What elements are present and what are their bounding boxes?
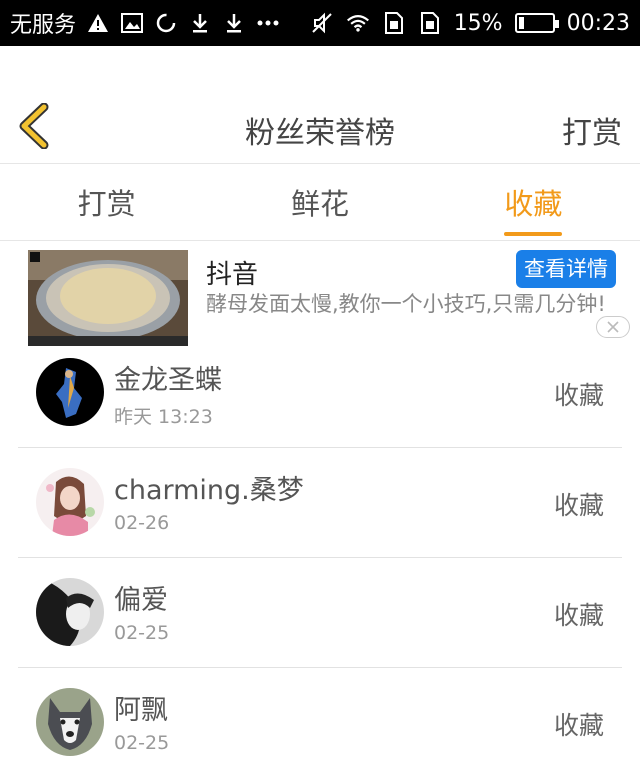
sim-icon-2 <box>418 11 442 35</box>
fan-name: charming.桑梦 <box>114 475 304 506</box>
fan-time: 02-26 <box>114 512 170 534</box>
list-item[interactable]: charming.桑梦 02-26 收藏 <box>18 448 622 558</box>
avatar[interactable] <box>36 358 104 426</box>
fan-name: 阿飘 <box>114 695 168 726</box>
ad-close-button[interactable] <box>596 316 630 338</box>
carrier-text: 无服务 <box>10 13 77 38</box>
fan-time: 昨天 13:23 <box>114 406 213 428</box>
mute-icon <box>310 11 334 35</box>
ad-title: 抖音 <box>206 260 259 290</box>
tab-label: 打赏 <box>77 187 136 221</box>
action-label: 收藏 <box>553 601 604 630</box>
tab-favorites[interactable]: 收藏 <box>427 165 640 240</box>
close-icon <box>607 321 619 333</box>
view-details-button[interactable]: 查看详情 <box>516 250 616 288</box>
ad-banner[interactable]: 抖音 查看详情 酵母发面太慢,教你一个小技巧,只需几分钟! <box>0 242 640 350</box>
tab-label: 收藏 <box>504 187 563 221</box>
fan-name: 偏爱 <box>114 585 168 616</box>
download-icon-2 <box>222 11 246 35</box>
fan-name: 金龙圣蝶 <box>114 365 222 396</box>
page-title: 粉丝荣誉榜 <box>245 116 395 151</box>
image-icon <box>120 11 144 35</box>
avatar[interactable] <box>36 468 104 536</box>
avatar[interactable] <box>36 688 104 756</box>
fan-time: 02-25 <box>114 732 170 754</box>
sim-icon <box>382 11 406 35</box>
action-label: 收藏 <box>553 381 604 410</box>
tab-reward[interactable]: 打赏 <box>0 165 213 240</box>
list-item[interactable]: 偏爱 02-25 收藏 <box>18 558 622 668</box>
more-icon <box>256 11 280 35</box>
fan-list: 金龙圣蝶 昨天 13:23 收藏 charming.桑梦 02-26 收藏 偏爱… <box>18 338 622 776</box>
wifi-icon <box>346 11 370 35</box>
battery-icon <box>514 13 559 33</box>
tab-bar: 打赏 鲜花 收藏 <box>0 165 640 241</box>
status-bar: 无服务 15% 00:23 <box>0 0 640 46</box>
fan-time: 02-25 <box>114 622 170 644</box>
action-label: 收藏 <box>553 491 604 520</box>
title-bar: 粉丝荣誉榜 打赏 <box>0 46 640 164</box>
sync-icon <box>154 11 178 35</box>
warning-icon <box>86 11 110 35</box>
action-label: 收藏 <box>553 711 604 740</box>
active-tab-indicator <box>504 232 563 236</box>
avatar[interactable] <box>36 578 104 646</box>
ad-thumbnail[interactable] <box>28 250 188 346</box>
download-icon <box>188 11 212 35</box>
list-item[interactable]: 阿飘 02-25 收藏 <box>18 668 622 776</box>
list-item[interactable]: 金龙圣蝶 昨天 13:23 收藏 <box>18 338 622 448</box>
tab-label: 鲜花 <box>290 187 349 221</box>
reward-button[interactable]: 打赏 <box>562 108 622 152</box>
ad-description: 酵母发面太慢,教你一个小技巧,只需几分钟! <box>206 292 606 316</box>
tab-flowers[interactable]: 鲜花 <box>213 165 426 240</box>
battery-percent: 15% <box>453 10 503 36</box>
clock: 00:23 <box>566 10 630 36</box>
